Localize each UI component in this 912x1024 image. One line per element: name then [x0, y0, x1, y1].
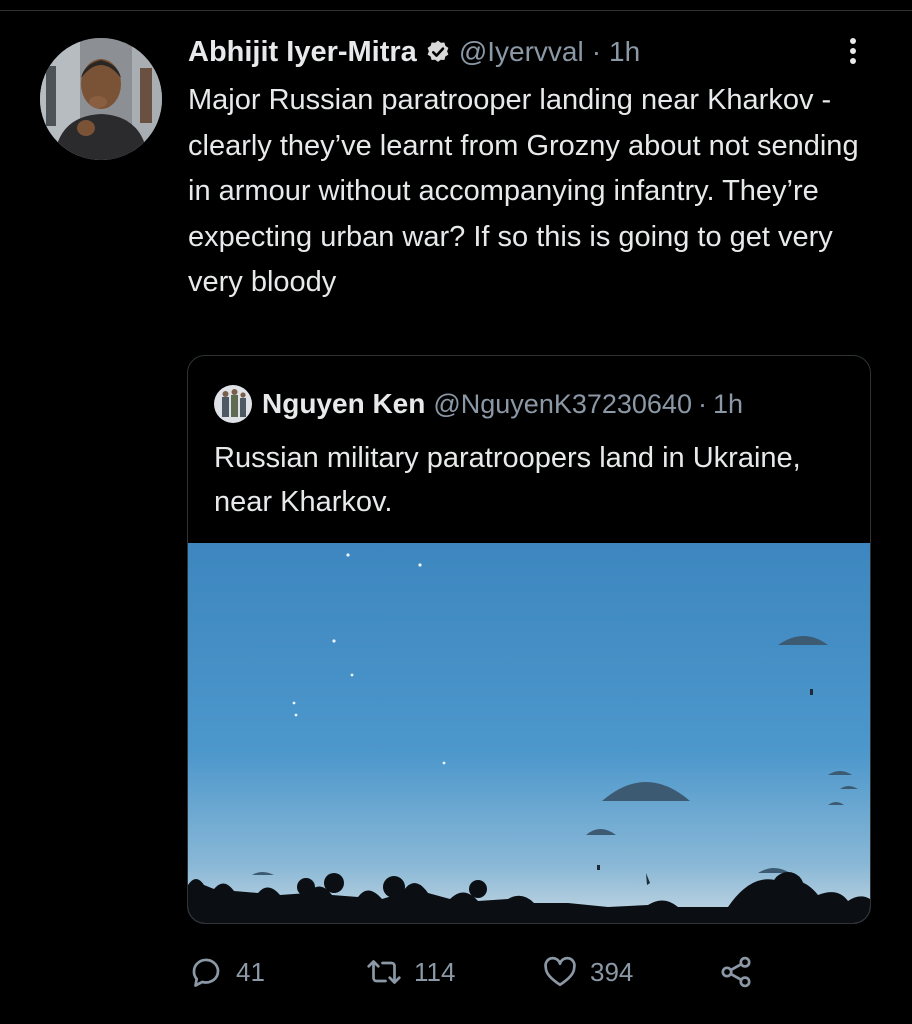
author-name[interactable]: Abhijit Iyer-Mitra	[188, 36, 417, 69]
author-handle[interactable]: @Iyervval	[459, 36, 584, 68]
quoted-avatar[interactable]	[214, 385, 252, 423]
quoted-avatar-photo	[214, 385, 252, 423]
like-count: 394	[590, 956, 634, 987]
tweet-actions: 41 114 394	[188, 948, 878, 996]
quoted-author-name[interactable]: Nguyen Ken	[262, 388, 425, 420]
share-icon	[721, 956, 751, 988]
tweet-header: Abhijit Iyer-Mitra @Iyervval · 1h	[188, 30, 640, 74]
quoted-timestamp[interactable]: 1h	[713, 389, 743, 420]
author-avatar-photo	[40, 38, 162, 160]
reply-icon	[192, 958, 220, 987]
tweet-timestamp[interactable]: 1h	[609, 36, 640, 68]
retweet-button[interactable]: 114	[366, 948, 455, 996]
paratroopers-image	[188, 543, 870, 923]
quoted-media[interactable]	[188, 543, 870, 923]
like-button[interactable]: 394	[542, 948, 633, 996]
reply-count: 41	[236, 956, 265, 987]
tweet-text: Major Russian paratrooper landing near K…	[188, 84, 859, 298]
author-avatar[interactable]	[40, 38, 162, 160]
quoted-header-separator: ·	[697, 388, 707, 419]
share-button[interactable]	[718, 948, 754, 996]
quoted-header: Nguyen Ken @NguyenK37230640 · 1h	[214, 384, 743, 424]
like-icon	[544, 956, 576, 987]
retweet-icon	[367, 960, 401, 984]
top-divider	[0, 10, 912, 11]
more-icon[interactable]	[838, 36, 868, 66]
quoted-text: Russian military paratroopers land in Uk…	[214, 442, 801, 518]
retweet-count: 114	[414, 956, 456, 987]
header-separator: ·	[591, 36, 602, 67]
reply-button[interactable]: 41	[188, 948, 265, 996]
quoted-author-handle[interactable]: @NguyenK37230640	[433, 389, 692, 420]
verified-icon	[427, 40, 449, 62]
quoted-tweet[interactable]: Nguyen Ken @NguyenK37230640 · 1h Russian…	[187, 355, 871, 924]
